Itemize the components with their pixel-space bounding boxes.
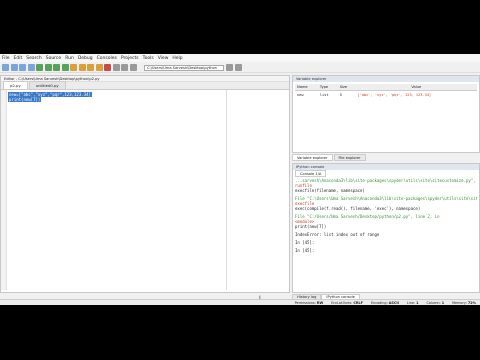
encoding-label: Encoding:: [370, 300, 388, 305]
column-label: Column:: [426, 300, 441, 305]
permissions-value: RW: [316, 300, 324, 305]
maximize-pane-icon[interactable]: [112, 64, 120, 71]
right-panes: Variable explorer Name Type Size Value n…: [292, 75, 480, 293]
stop-debug-icon[interactable]: [104, 64, 111, 71]
main-toolbar: C:\Users\Uma Sarvesh\Desktop\python: [0, 63, 480, 73]
step-into-icon[interactable]: [87, 64, 94, 71]
edge-line: [226, 90, 227, 290]
spyder-window: File Edit Search Source Run Debug Consol…: [0, 54, 480, 305]
save-all-icon[interactable]: [27, 64, 35, 71]
status-encoding: Encoding: ASCII: [371, 301, 399, 305]
var-value: ['abc', 'xyz', 'pqr', 123, 123.34]: [357, 93, 432, 97]
preferences-icon[interactable]: [121, 64, 128, 71]
letterbox-bottom: [0, 305, 480, 360]
menu-source[interactable]: Source: [46, 56, 61, 61]
open-file-icon[interactable]: [10, 64, 18, 71]
ipython-console-pane: IPython console Console 1/A ...sarvesh\A…: [292, 163, 480, 293]
variables-table: Name Type Size Value new list 5 ['abc', …: [295, 84, 477, 99]
run-icon[interactable]: [36, 64, 43, 71]
code-line-2[interactable]: print(new[7]): [8, 97, 42, 102]
working-directory-input[interactable]: C:\Users\Uma Sarvesh\Desktop\python: [144, 64, 224, 71]
run-selection-icon[interactable]: [61, 64, 69, 71]
line-gutter: [1, 90, 7, 290]
editor-pane: Editor - C:\Users\Uma Sarvesh\Desktop\py…: [0, 75, 290, 302]
menu-edit[interactable]: Edit: [14, 56, 23, 61]
menu-projects[interactable]: Projects: [121, 56, 139, 61]
variable-explorer-pane: Variable explorer Name Type Size Value n…: [292, 75, 480, 153]
tab-file-explorer[interactable]: File explorer: [333, 154, 366, 161]
menu-consoles[interactable]: Consoles: [97, 56, 117, 61]
step-return-icon[interactable]: [95, 64, 103, 71]
menu-view[interactable]: View: [158, 56, 169, 61]
status-eol: End-of-lines: CRLF: [331, 301, 363, 305]
tab-variable-explorer[interactable]: Variable explorer: [292, 154, 333, 161]
table-row[interactable]: new list 5 ['abc', 'xyz', 'pqr', 123, 12…: [295, 91, 477, 100]
run-cell-advance-icon[interactable]: [53, 64, 60, 71]
menu-debug[interactable]: Debug: [78, 56, 93, 61]
menu-help[interactable]: Help: [172, 56, 182, 61]
debug-icon[interactable]: [70, 64, 77, 71]
browse-folder-icon[interactable]: [226, 64, 233, 71]
console-output[interactable]: ...sarvesh\Anaconda3\lib\site-packages\s…: [295, 178, 477, 253]
python-path-icon[interactable]: [129, 64, 137, 71]
tab-console-1[interactable]: Console 1/A: [295, 170, 327, 177]
console-line: In [45]:: [295, 248, 315, 253]
var-name: new: [297, 93, 304, 97]
status-memory: Memory: 72%: [452, 301, 476, 305]
var-type: list: [319, 93, 329, 97]
menu-run[interactable]: Run: [65, 56, 74, 61]
line-value: 1: [416, 300, 419, 305]
column-value: 1: [441, 300, 445, 305]
run-cell-icon[interactable]: [44, 64, 52, 71]
save-icon[interactable]: [19, 64, 26, 71]
memory-label: Memory:: [452, 300, 467, 305]
status-line: Line: 1: [407, 301, 419, 305]
tab-p2-py[interactable]: p2.py: [3, 81, 28, 89]
tab-untitled0-py[interactable]: untitled0.py: [28, 81, 66, 89]
step-icon[interactable]: [78, 64, 86, 71]
var-size: 5: [339, 93, 342, 97]
menu-file[interactable]: File: [2, 56, 10, 61]
letterbox-top: [0, 0, 480, 54]
line-label: Line:: [406, 300, 416, 305]
status-column: Column: 1: [427, 301, 445, 305]
eol-label: End-of-lines:: [331, 300, 353, 305]
memory-value: 72%: [467, 300, 476, 305]
status-permissions: Permissions: RW: [295, 301, 324, 305]
menu-search[interactable]: Search: [26, 56, 41, 61]
explorer-tabs: Variable explorer File explorer: [292, 154, 367, 161]
parent-folder-icon[interactable]: [234, 64, 242, 71]
console-line: File "C:\Users\Uma Sarvesh\Anaconda3\lib…: [295, 196, 477, 201]
variable-explorer-title: Variable explorer: [293, 76, 479, 82]
eol-value: CRLF: [353, 300, 363, 305]
encoding-value: ASCII: [388, 300, 399, 305]
permissions-label: Permissions:: [294, 300, 316, 305]
menu-tools[interactable]: Tools: [143, 56, 154, 61]
code-area[interactable]: new=["abc","xyz","pqr",123,123.34] print…: [1, 90, 289, 302]
editor-tabs: p2.py untitled0.py: [1, 81, 289, 90]
new-file-icon[interactable]: [2, 64, 9, 71]
menu-bar: File Edit Search Source Run Debug Consol…: [0, 54, 480, 62]
console-line: ...sarvesh\Anaconda3\lib\site-packages\s…: [295, 178, 477, 183]
